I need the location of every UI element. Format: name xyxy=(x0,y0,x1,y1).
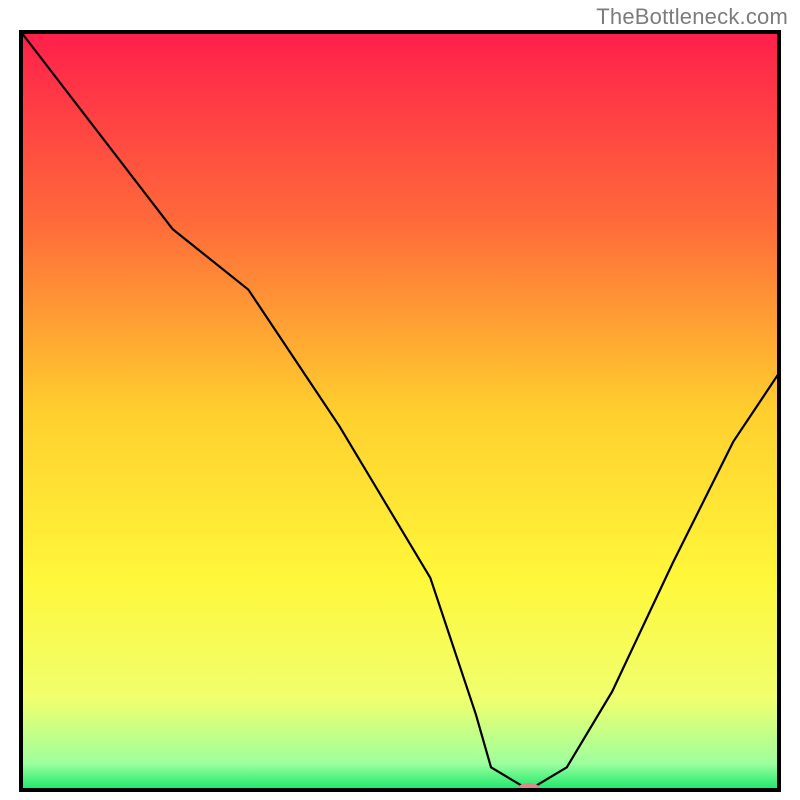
bottleneck-chart xyxy=(0,0,800,800)
gradient-background xyxy=(21,32,779,790)
chart-stage: TheBottleneck.com xyxy=(0,0,800,800)
